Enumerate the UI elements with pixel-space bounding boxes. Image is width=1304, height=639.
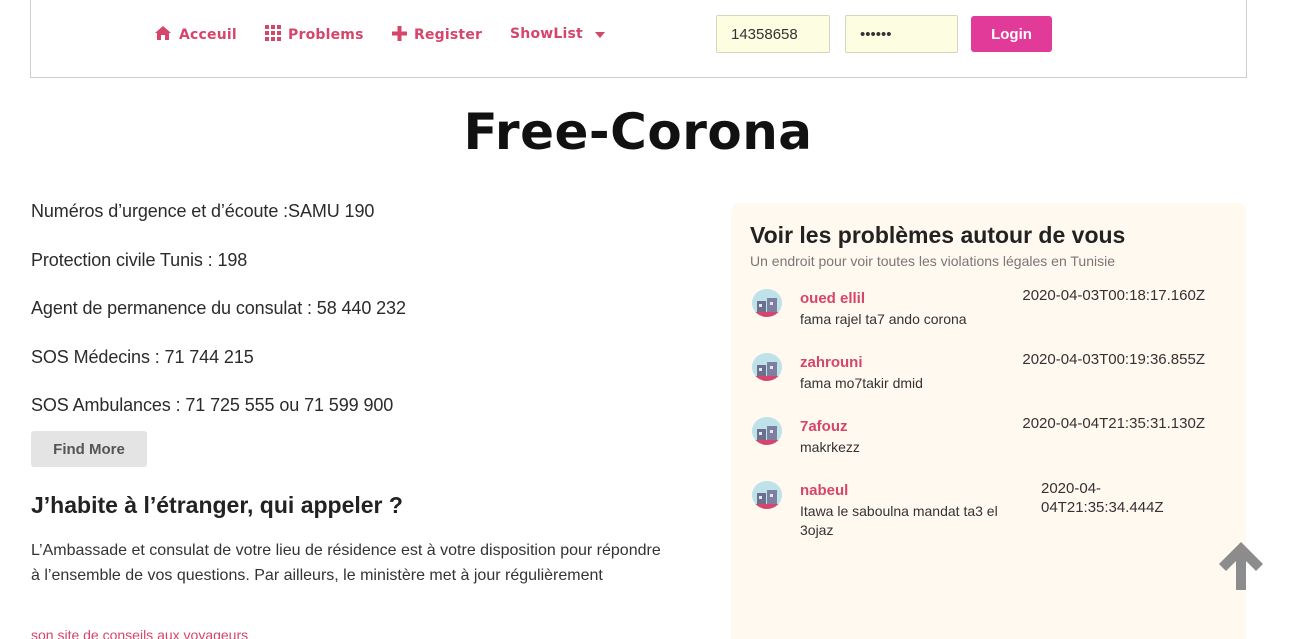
navbar: Acceuil Problems Register ShowList Login — [30, 0, 1247, 78]
page-title: Free-Corona — [463, 103, 813, 161]
emergency-line-consulate: Agent de permanence du consulat : 58 440… — [31, 298, 406, 318]
emergency-line-doctors: SOS Médecins : 71 744 215 — [31, 347, 254, 367]
problems-panel: Voir les problèmes autour de vous Un end… — [731, 203, 1246, 639]
problem-user[interactable]: 7afouz — [800, 418, 848, 435]
panel-title: Voir les problèmes autour de vous — [750, 222, 1126, 248]
problem-message: fama mo7takir dmid — [800, 375, 923, 391]
abroad-text: L’Ambassade et consulat de votre lieu de… — [31, 542, 661, 584]
avatar-icon — [752, 481, 782, 509]
travel-advice-link[interactable]: son site de conseils aux voyageurs — [31, 627, 248, 639]
emergency-line-civil-protection: Protection civile Tunis : 198 — [31, 250, 248, 270]
problem-item[interactable]: zahrouni fama mo7takir dmid 2020-04-03T0… — [750, 351, 1230, 411]
problem-message: Itawa le saboulna mandat ta3 el 3ojaz — [800, 503, 998, 538]
nav-register-label: Register — [414, 27, 483, 43]
panel-subtitle: Un endroit pour voir toutes les violatio… — [750, 253, 1115, 269]
grid-icon — [265, 25, 281, 45]
problem-time: 2020-04-03T00:18:17.160Z — [1022, 287, 1205, 304]
abroad-heading: J’habite à l’étranger, qui appeler ? — [31, 492, 403, 518]
problem-time: 2020-04-04T21:35:34.444Z — [1041, 480, 1164, 516]
username-input[interactable] — [716, 15, 830, 53]
avatar-icon — [752, 289, 782, 317]
problem-item[interactable]: 7afouz makrkezz 2020-04-04T21:35:31.130Z — [750, 415, 1230, 475]
nav-problems-link[interactable]: Problems — [265, 24, 364, 46]
problem-message: fama rajel ta7 ando corona — [800, 311, 967, 327]
caret-down-icon — [594, 32, 605, 38]
avatar-icon — [752, 417, 782, 445]
problem-user[interactable]: zahrouni — [800, 354, 863, 371]
problem-message: makrkezz — [800, 439, 860, 455]
login-button[interactable]: Login — [971, 16, 1052, 52]
avatar-icon — [752, 353, 782, 381]
find-more-button[interactable]: Find More — [31, 431, 147, 467]
nav-home-label: Acceuil — [179, 27, 237, 43]
nav-home-link[interactable]: Acceuil — [154, 24, 237, 46]
nav-problems-label: Problems — [288, 27, 364, 43]
scroll-top-button[interactable] — [1213, 538, 1269, 594]
problem-user[interactable]: nabeul — [800, 482, 848, 499]
problem-item[interactable]: nabeul Itawa le saboulna mandat ta3 el 3… — [750, 479, 1230, 559]
problem-item[interactable]: oued ellil fama rajel ta7 ando corona 20… — [750, 287, 1230, 347]
problem-time: 2020-04-03T00:19:36.855Z — [1022, 351, 1205, 368]
arrow-up-icon — [1213, 542, 1269, 598]
nav-showlist-label: ShowList — [510, 26, 583, 42]
nav-register-link[interactable]: Register — [392, 24, 482, 46]
problem-time: 2020-04-04T21:35:31.130Z — [1022, 415, 1205, 432]
emergency-line-samu: Numéros d’urgence et d’écoute :SAMU 190 — [31, 201, 375, 221]
nav-showlist-dropdown[interactable]: ShowList — [510, 23, 605, 45]
problem-user[interactable]: oued ellil — [800, 290, 865, 307]
emergency-line-ambulances: SOS Ambulances : 71 725 555 ou 71 599 90… — [31, 395, 394, 415]
password-input[interactable] — [845, 15, 958, 53]
plus-icon — [392, 25, 407, 45]
home-icon — [154, 25, 172, 45]
